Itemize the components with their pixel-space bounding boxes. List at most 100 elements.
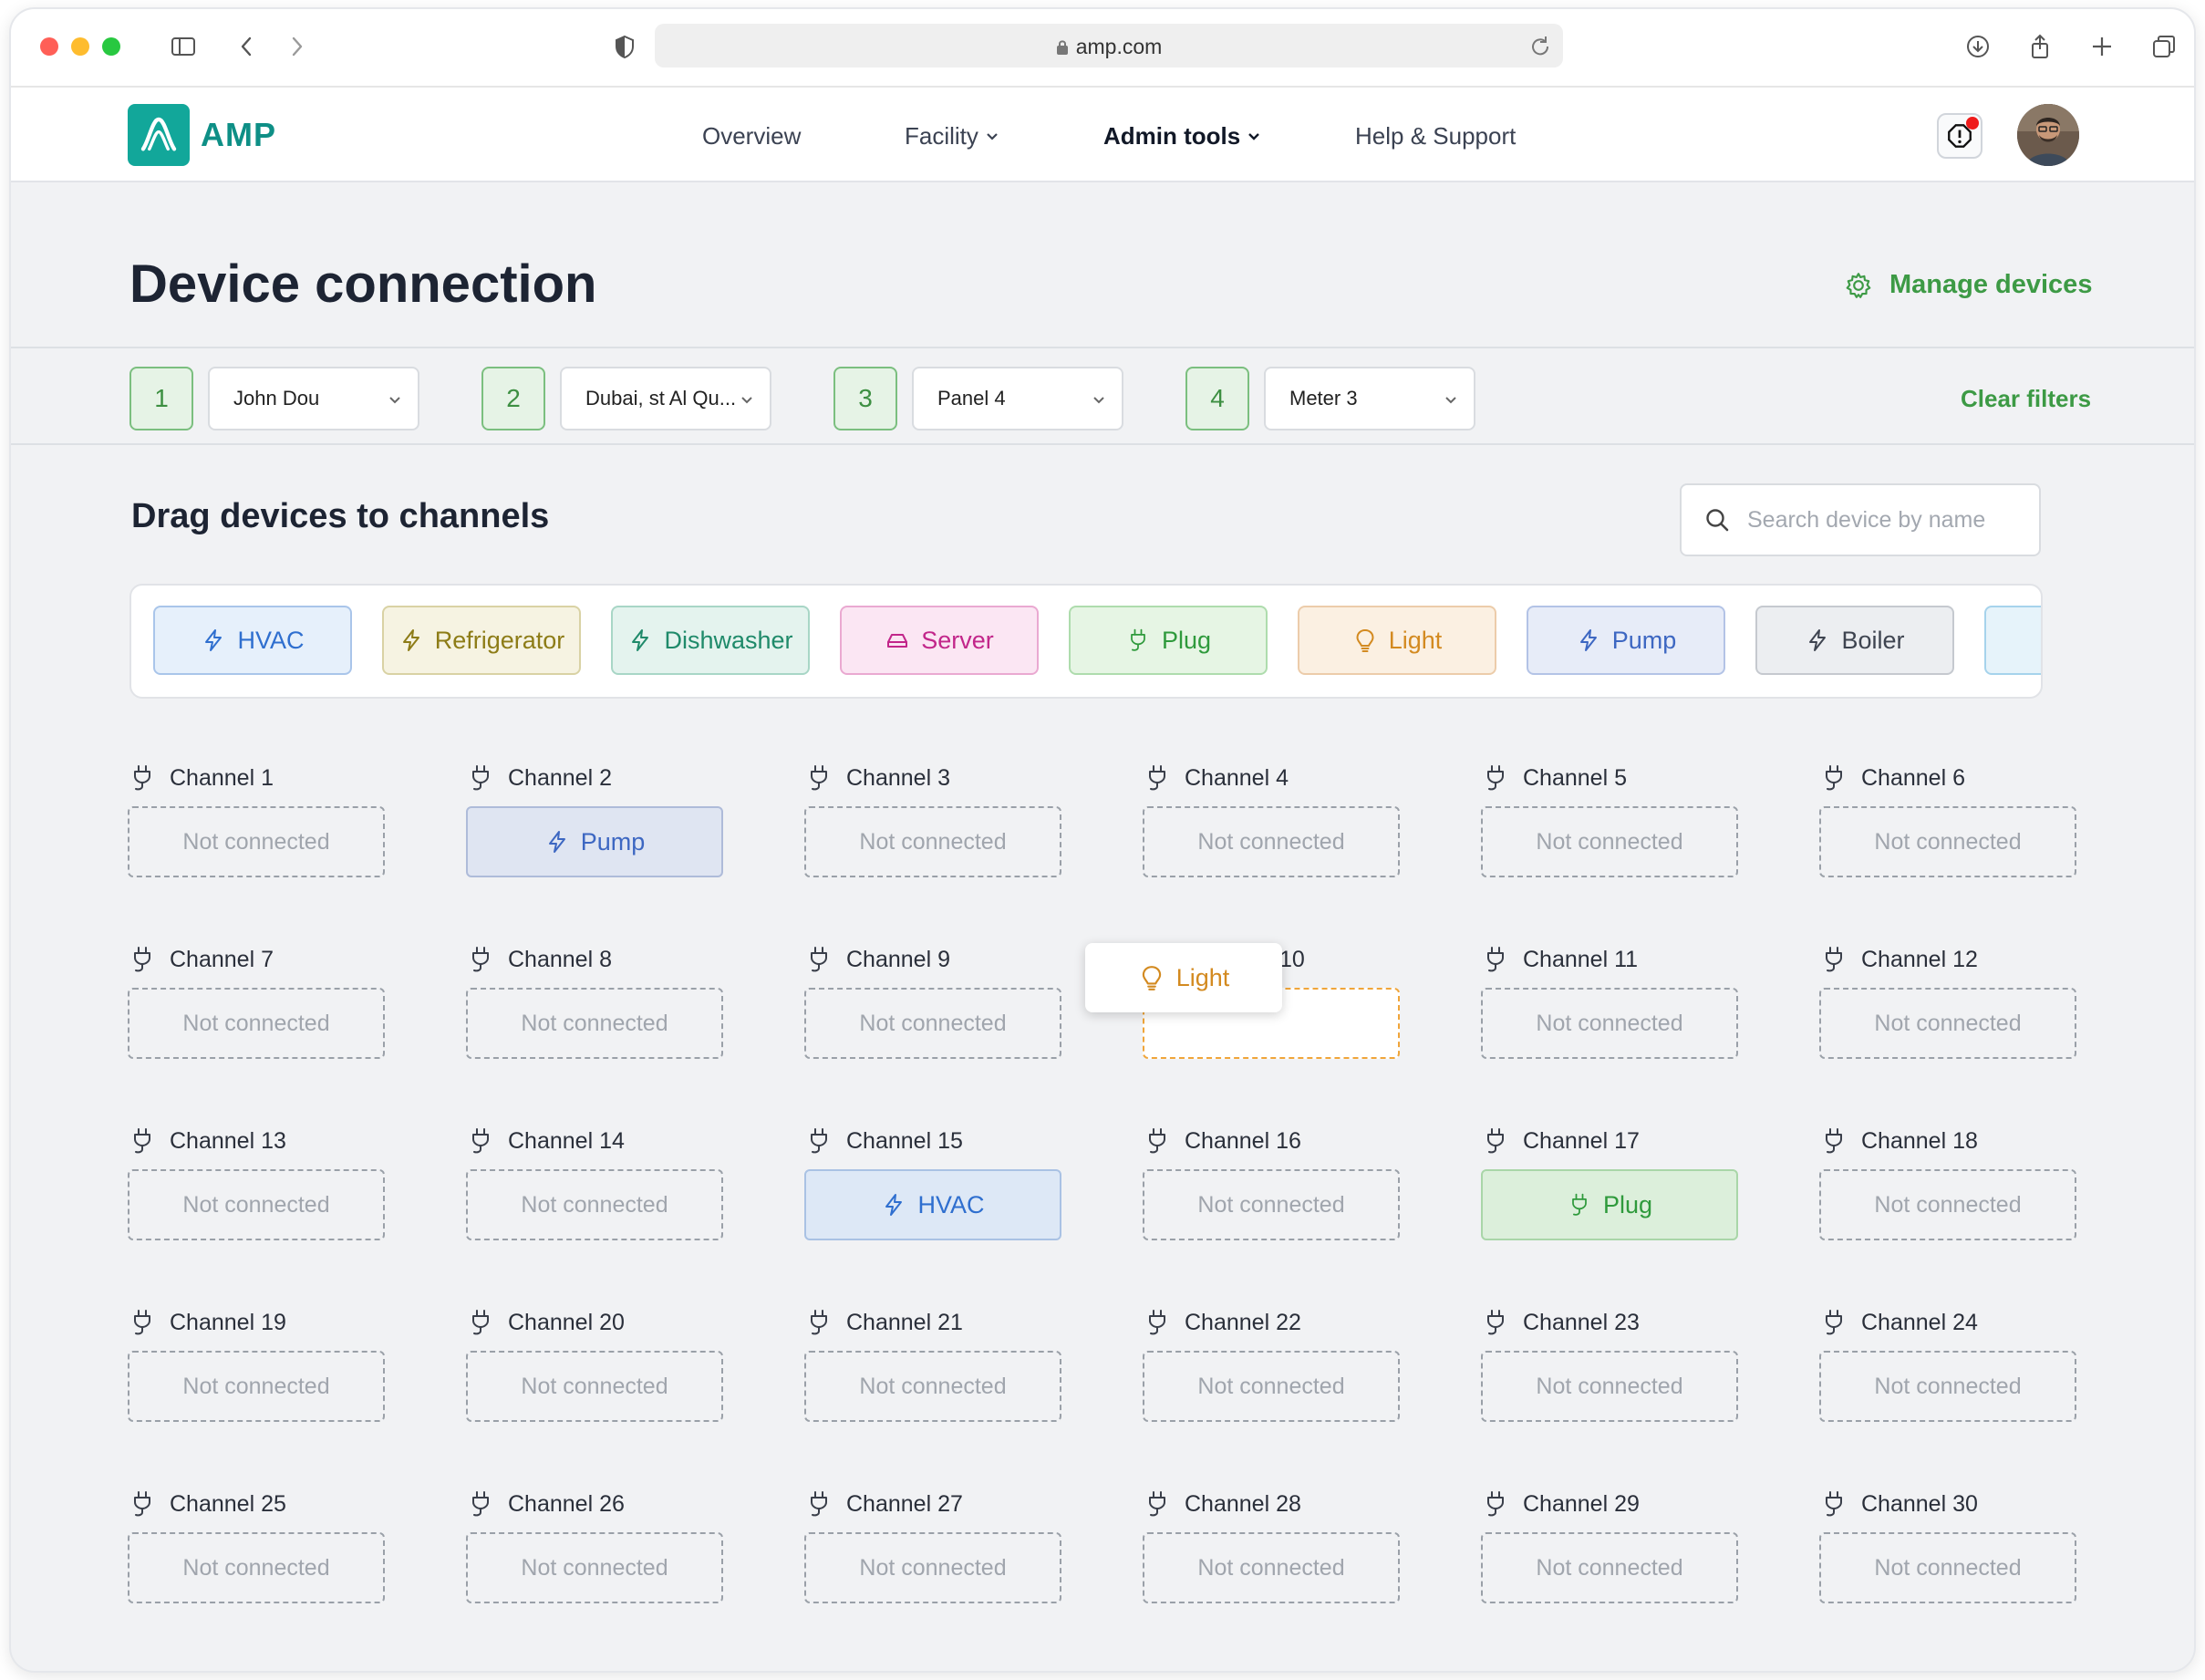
channel-slot-empty[interactable]: Not connected (1819, 988, 2076, 1059)
channel-21: Channel 21 Not connected (804, 1307, 1061, 1453)
channel-header: Channel 12 (1821, 944, 1978, 975)
device-chip-light[interactable]: Light (1298, 606, 1496, 675)
chevron-down-icon (741, 397, 752, 404)
clear-filters-button[interactable]: Clear filters (1961, 385, 2091, 413)
channel-slot-empty[interactable]: Not connected (804, 1532, 1061, 1603)
channel-header: Channel 8 (468, 944, 612, 975)
channel-slot-empty[interactable]: Not connected (1819, 806, 2076, 877)
not-connected-label: Not connected (859, 1554, 1007, 1581)
nav-help-support[interactable]: Help & Support (1355, 122, 1516, 150)
channel-slot-empty[interactable]: Not connected (804, 1351, 1061, 1422)
nav-facility[interactable]: Facility (905, 122, 999, 150)
channel-slot-connected[interactable]: Plug (1481, 1169, 1738, 1240)
step-badge-1: 1 (129, 367, 193, 430)
channel-23: Channel 23 Not connected (1481, 1307, 1738, 1453)
device-chip-plug[interactable]: Plug (1069, 606, 1268, 675)
channel-slot-empty[interactable]: Not connected (466, 1351, 723, 1422)
plug-icon (1821, 1308, 1847, 1337)
channel-slot-empty[interactable]: Not connected (1481, 1351, 1738, 1422)
channel-slot-empty[interactable]: Not connected (466, 1169, 723, 1240)
channel-slot-empty[interactable]: Not connected (128, 806, 385, 877)
channel-header: Channel 18 (1821, 1125, 1978, 1156)
device-chip-refrigerator[interactable]: Refrigerator (382, 606, 581, 675)
channel-slot-empty[interactable]: Not connected (1819, 1169, 2076, 1240)
device-chip-hvac[interactable]: HVAC (153, 606, 352, 675)
plug-icon (1144, 1308, 1170, 1337)
channel-slot-empty[interactable]: Not connected (1143, 1169, 1400, 1240)
channel-slot-empty[interactable]: Not connected (466, 1532, 723, 1603)
channel-label: Channel 5 (1523, 764, 1627, 791)
channel-slot-empty[interactable]: Not connected (128, 1169, 385, 1240)
logo-icon[interactable] (128, 104, 190, 166)
device-search[interactable] (1680, 483, 2041, 556)
plug-icon (468, 1126, 493, 1156)
channel-header: Channel 28 (1144, 1488, 1301, 1519)
channel-slot-empty[interactable]: Not connected (1481, 806, 1738, 877)
download-icon[interactable] (1961, 29, 1995, 64)
channel-8: Channel 8 Not connected (466, 944, 723, 1090)
plug-icon (1483, 1489, 1508, 1519)
plug-icon (1144, 1489, 1170, 1519)
sidebar-toggle-icon[interactable] (166, 29, 201, 64)
channel-slot-empty[interactable]: Not connected (466, 988, 723, 1059)
device-chip-boiler[interactable]: Boiler (1755, 606, 1954, 675)
logo-text[interactable]: AMP (201, 116, 276, 154)
location-select[interactable]: Dubai, st Al Qu... (560, 367, 771, 430)
channel-slot-empty[interactable]: Not connected (128, 1532, 385, 1603)
panel-select[interactable]: Panel 4 (912, 367, 1123, 430)
shield-icon[interactable] (607, 29, 642, 64)
manage-devices-link[interactable]: Manage devices (1844, 270, 2092, 300)
browser-toolbar: amp.com (11, 9, 2194, 88)
device-chip-ma[interactable]: Ma (1984, 606, 2041, 675)
channel-slot-empty[interactable]: Not connected (1481, 1532, 1738, 1603)
channel-header: Channel 2 (468, 762, 612, 793)
channel-4: Channel 4 Not connected (1143, 762, 1400, 908)
close-window-button[interactable] (40, 37, 58, 56)
channel-24: Channel 24 Not connected (1819, 1307, 2076, 1453)
meter-select[interactable]: Meter 3 (1264, 367, 1475, 430)
bolt-icon (1805, 627, 1830, 653)
channel-22: Channel 22 Not connected (1143, 1307, 1400, 1453)
device-chip-server[interactable]: Server (840, 606, 1039, 675)
avatar[interactable] (2017, 104, 2079, 166)
new-tab-icon[interactable] (2085, 29, 2119, 64)
channel-slot-empty[interactable]: Not connected (128, 1351, 385, 1422)
channel-slot-empty[interactable]: Not connected (1143, 1532, 1400, 1603)
channel-16: Channel 16 Not connected (1143, 1125, 1400, 1271)
forward-icon[interactable] (279, 29, 314, 64)
channel-header: Channel 23 (1483, 1307, 1640, 1338)
not-connected-label: Not connected (182, 1373, 330, 1399)
search-input[interactable] (1747, 506, 2021, 534)
channel-2: Channel 2 Pump (466, 762, 723, 908)
not-connected-label: Not connected (1536, 1010, 1683, 1036)
device-chip-dishwasher[interactable]: Dishwasher (611, 606, 810, 675)
channel-slot-connected[interactable]: HVAC (804, 1169, 1061, 1240)
minimize-window-button[interactable] (71, 37, 89, 56)
nav-admin-tools[interactable]: Admin tools (1103, 122, 1260, 150)
maximize-window-button[interactable] (102, 37, 120, 56)
channel-slot-empty[interactable]: Not connected (1143, 806, 1400, 877)
channel-slot-empty[interactable]: Not connected (1481, 988, 1738, 1059)
channel-slot-empty[interactable]: Not connected (1819, 1351, 2076, 1422)
channel-slot-empty[interactable]: Not connected (1143, 1351, 1400, 1422)
address-bar[interactable]: amp.com (655, 24, 1563, 67)
share-icon[interactable] (2023, 29, 2057, 64)
tab-overview-icon[interactable] (2147, 29, 2181, 64)
channel-header: Channel 6 (1821, 762, 1965, 793)
channel-slot-connected[interactable]: Pump (466, 806, 723, 877)
channel-slot-empty[interactable]: Not connected (804, 806, 1061, 877)
device-chip-label: Boiler (1841, 626, 1905, 654)
not-connected-label: Not connected (1536, 828, 1683, 855)
nav-overview[interactable]: Overview (702, 122, 801, 150)
notifications-button[interactable] (1937, 113, 1982, 159)
not-connected-label: Not connected (859, 1010, 1007, 1036)
drag-ghost-chip[interactable]: Light (1085, 943, 1282, 1012)
channel-slot-empty[interactable]: Not connected (1819, 1532, 2076, 1603)
user-select[interactable]: John Dou (208, 367, 419, 430)
channel-slot-empty[interactable]: Not connected (804, 988, 1061, 1059)
channel-slot-empty[interactable]: Not connected (128, 988, 385, 1059)
reload-icon[interactable] (1527, 32, 1554, 59)
channel-header: Channel 15 (806, 1125, 963, 1156)
device-chip-pump[interactable]: Pump (1527, 606, 1725, 675)
back-icon[interactable] (230, 29, 264, 64)
